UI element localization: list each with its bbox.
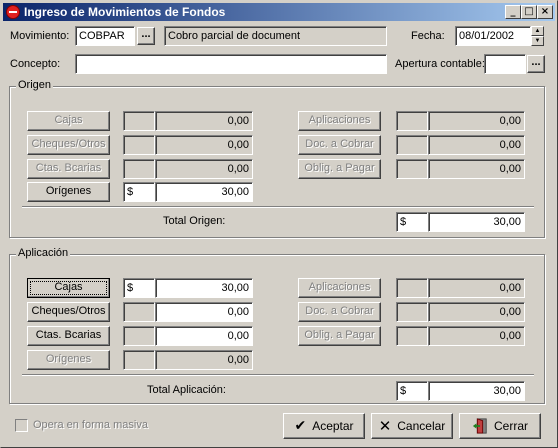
origen-title: Origen [16, 79, 54, 91]
cerrar-label: Cerrar [493, 419, 528, 433]
origen-oblig-pagar-amount: 0,00 [428, 159, 525, 179]
origen-doc-cobrar-currency [396, 135, 428, 155]
aceptar-button[interactable]: ✔ Aceptar [283, 413, 365, 439]
aplicacion-cajas-button[interactable]: Cajas [27, 278, 110, 298]
origen-cheques-button[interactable]: Cheques/Otros [27, 135, 110, 155]
origen-oblig-pagar-button[interactable]: Oblig. a Pagar [298, 159, 381, 179]
concepto-label: Concepto: [10, 58, 61, 70]
origen-doc-cobrar-amount: 0,00 [428, 135, 525, 155]
aplicacion-ctas-currency [123, 326, 155, 346]
movimiento-code-input[interactable]: COBPAR [75, 26, 135, 46]
aplicacion-aplicaciones-currency [396, 278, 428, 298]
minimize-button[interactable]: _ [505, 5, 521, 19]
origen-ctas-button[interactable]: Ctas. Bcarias [27, 159, 110, 179]
fecha-label: Fecha: [411, 30, 445, 42]
apertura-lookup-button[interactable]: ... [527, 55, 545, 73]
origen-origenes-amount[interactable]: 30,00 [155, 182, 253, 202]
aplicacion-ctas-button[interactable]: Ctas. Bcarias [27, 326, 110, 346]
fecha-input[interactable]: 08/01/2002 [455, 26, 531, 46]
aplicacion-aplicaciones-amount: 0,00 [428, 278, 525, 298]
spin-up-icon[interactable]: ▲ [531, 26, 544, 36]
origen-ctas-currency [123, 159, 155, 179]
minimize-icon: _ [510, 6, 516, 17]
origen-separator [22, 206, 534, 208]
origen-cajas-button[interactable]: Cajas [27, 111, 110, 131]
origen-cajas-amount: 0,00 [155, 111, 253, 131]
aplicacion-total-label: Total Aplicación: [147, 384, 226, 396]
aplicacion-cajas-amount[interactable]: 30,00 [155, 278, 253, 298]
aplicacion-origenes-currency [123, 350, 155, 370]
origen-total-label: Total Origen: [163, 215, 226, 227]
aplicacion-oblig-pagar-button[interactable]: Oblig. a Pagar [298, 326, 381, 346]
movimiento-label: Movimiento: [10, 30, 70, 42]
close-icon: × [540, 6, 550, 17]
aplicacion-origenes-amount: 0,00 [155, 350, 253, 370]
origen-oblig-pagar-currency [396, 159, 428, 179]
origen-cheques-currency [123, 135, 155, 155]
origen-total-amount: 30,00 [428, 212, 525, 232]
aplicacion-cajas-currency: $ [123, 278, 155, 298]
app-logo-icon [6, 5, 20, 19]
aplicacion-aplicaciones-button[interactable]: Aplicaciones [298, 278, 381, 298]
movimiento-description: Cobro parcial de document [164, 26, 387, 46]
aplicacion-cheques-currency [123, 302, 155, 322]
aplicacion-origenes-button[interactable]: Orígenes [27, 350, 110, 370]
cancelar-label: Cancelar [397, 419, 446, 433]
masiva-checkbox[interactable] [15, 419, 28, 432]
aplicacion-title: Aplicación [16, 247, 71, 259]
origen-aplicaciones-amount: 0,00 [428, 111, 525, 131]
apertura-label: Apertura contable: [395, 58, 485, 70]
origen-total-currency: $ [396, 212, 428, 232]
aplicacion-oblig-pagar-currency [396, 326, 428, 346]
movimiento-lookup-button[interactable]: ... [137, 27, 155, 45]
aplicacion-separator [22, 374, 534, 376]
origen-aplicaciones-button[interactable]: Aplicaciones [298, 111, 381, 131]
fecha-spinner[interactable]: ▲ ▼ [531, 26, 544, 46]
cerrar-button[interactable]: Cerrar [459, 413, 541, 439]
cancelar-button[interactable]: ✕ Cancelar [371, 413, 453, 439]
x-icon: ✕ [378, 417, 392, 435]
origen-doc-cobrar-button[interactable]: Doc. a Cobrar [298, 135, 381, 155]
window-title: Ingreso de Movimientos de Fondos [24, 5, 226, 19]
aplicacion-total-currency: $ [396, 381, 428, 401]
aceptar-label: Aceptar [312, 419, 354, 433]
check-icon: ✔ [294, 418, 307, 434]
aplicacion-ctas-amount[interactable]: 0,00 [155, 326, 253, 346]
concepto-input[interactable] [75, 54, 387, 74]
origen-cajas-currency [123, 111, 155, 131]
aplicacion-doc-cobrar-currency [396, 302, 428, 322]
aplicacion-oblig-pagar-amount: 0,00 [428, 326, 525, 346]
aplicacion-doc-cobrar-amount: 0,00 [428, 302, 525, 322]
origen-origenes-button[interactable]: Orígenes [27, 182, 110, 202]
exit-door-icon [472, 418, 487, 434]
maximize-icon: □ [524, 6, 534, 17]
aplicacion-cheques-button[interactable]: Cheques/Otros [27, 302, 110, 322]
origen-ctas-amount: 0,00 [155, 159, 253, 179]
masiva-label: Opera en forma masiva [33, 419, 148, 431]
origen-cheques-amount: 0,00 [155, 135, 253, 155]
apertura-input[interactable] [484, 54, 526, 74]
aplicacion-doc-cobrar-button[interactable]: Doc. a Cobrar [298, 302, 381, 322]
spin-down-icon[interactable]: ▼ [531, 36, 544, 46]
aplicacion-total-amount: 30,00 [428, 381, 525, 401]
origen-aplicaciones-currency [396, 111, 428, 131]
aplicacion-cheques-amount[interactable]: 0,00 [155, 302, 253, 322]
close-button[interactable]: × [537, 5, 553, 19]
origen-origenes-currency: $ [123, 182, 155, 202]
title-bar[interactable]: Ingreso de Movimientos de Fondos _ □ × [3, 3, 555, 21]
maximize-button[interactable]: □ [521, 5, 537, 19]
